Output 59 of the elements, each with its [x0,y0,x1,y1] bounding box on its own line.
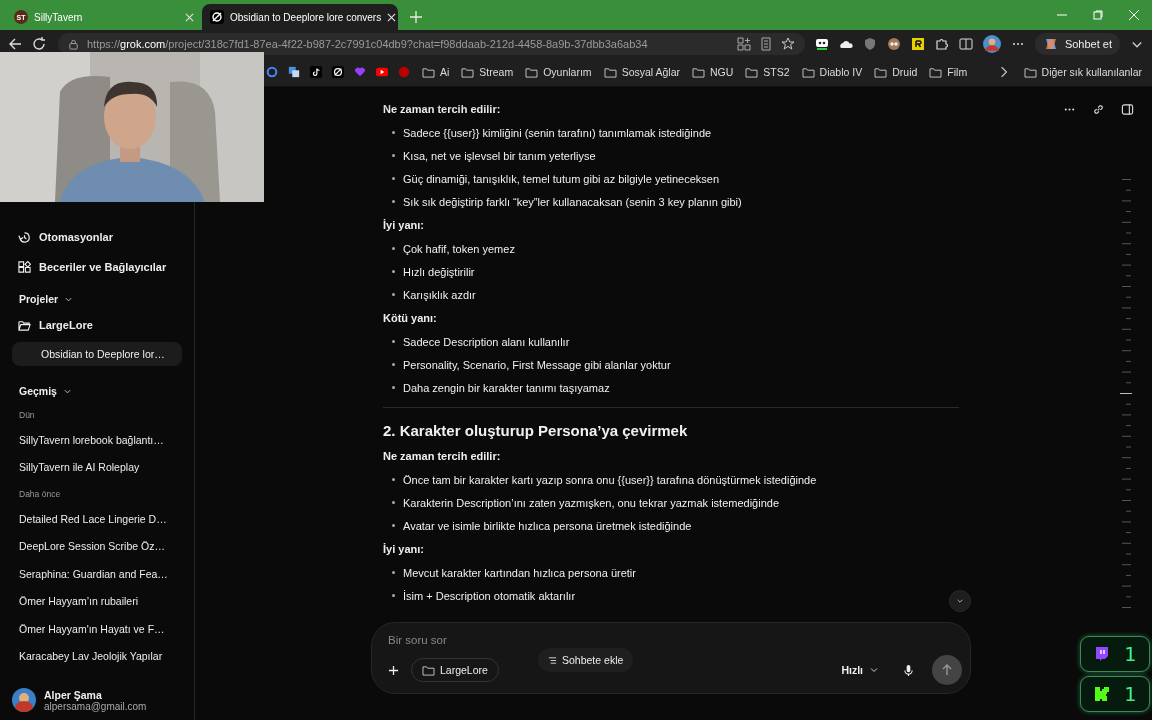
bookmark-folder[interactable]: Oyunlarım [525,66,592,78]
bullet-item: Çok hafif, token yemez [391,237,959,260]
bullet-item: Personality, Scenario, First Message gibi alanlar yoktur [391,353,959,376]
chat-item[interactable]: Karacabey Lav Jeolojik Yapılar [12,642,182,670]
bookmark-folder[interactable]: Diğer sık kullanılanlar [1023,66,1142,78]
bookmark-folder[interactable]: Stream [461,66,514,78]
section-label: Kötü yanı: [383,311,438,326]
nav-item[interactable]: Otomasyonlar [12,222,182,252]
chat-item[interactable]: DeepLore Session Scribe Öz… [12,532,182,560]
bullet-item: Daha zengin bir karakter tanımı taşıyamaz [391,376,959,399]
section-label: Ne zaman tercih edilir: [383,449,502,464]
bullet-item: Avatar ve isimle birlikte hızlıca persona üretmek istediğinde [391,514,959,537]
section-label: İyi yanı: [383,542,425,557]
add-to-chat-button[interactable]: Sohbete ekle [538,648,634,672]
bookmark-folder[interactable]: NGU [692,66,734,78]
bullet-item: Güç dinamiği, tanışıklık, temel tutum gibi az bilgiyle yetineceksen [391,167,959,190]
chat-button[interactable]: Sohbet et [1034,33,1120,55]
chat-item[interactable]: Detailed Red Lace Lingerie D… [12,505,182,533]
browser-tab[interactable]: Obsidian to Deeplore lore convers [202,4,398,30]
bullet-item: Sadece Description alanı kullanılır [391,330,959,353]
chat-item[interactable]: Obsidian to Deeplore lor… [12,342,182,366]
section-label: İyi yanı: [383,218,425,233]
bookmark-folder[interactable]: Diablo IV [801,66,863,78]
chat-item[interactable]: Seraphina: Guardian and Fea… [12,560,182,588]
tab-title: SillyTavern [34,11,84,23]
user-email: alpersama@gmail.com [44,700,147,712]
section-toggle[interactable]: Projeler [12,288,182,310]
viewer-count: 1 [1123,642,1136,666]
section-toggle[interactable]: Geçmiş [12,380,182,402]
address-field[interactable]: https://grok.com/project/318c7fd1-87ea-4f22-b987-2c7991c04db9?chat=f98ddaab-212d-4458-8a9b-37dbb3a6ab34 [58,33,805,55]
nav-item[interactable]: Beceriler ve Bağlayıcılar [12,252,182,282]
bullet-item: Sık sık değiştirip farklı “key”ler kullanacaksan (senin 3 key planın gibi) [391,190,959,213]
chat-item[interactable]: Ömer Hayyam’ın rubaileri [12,587,182,615]
url-text: https://grok.com/project/318c7fd1-87ea-4f22-b987-2c7991c04db9?chat=f98ddaab-212d-4458-8a9b-37dbb3a6ab34 [87,38,648,50]
bullet-item: Mevcut karakter kartından hızlıca persona üretir [391,561,959,584]
bullet-item: Kısa, net ve işlevsel bir tanım yeterliyse [391,144,959,167]
bullet-item: Karakterin Description’ını zaten yazmışken, onu tekrar yazmak istemediğinde [391,491,959,514]
bullet-item: Hızlı değiştirilir [391,260,959,283]
bullet-item: Sadece {{user}} kimliğini (senin tarafını) tanımlamak istediğinde [391,121,959,144]
section-label: Ne zaman tercih edilir: [383,102,502,117]
model-selector[interactable]: Hızlı [835,663,885,677]
bookmark-folder[interactable]: STS2 [745,66,790,78]
bookmark-folder[interactable]: Druid [874,66,918,78]
bullet-item: Karışıklık azdır [391,283,959,306]
bullet-item: Önce tam bir karakter kartı yazıp sonra onu {{user}} tarafına dönüştürmek istediğinde [391,468,959,491]
viewer-count: 1 [1123,682,1136,706]
message-input[interactable]: Bir soru sor [388,633,954,647]
chat-item[interactable]: SillyTavern lorebook bağlantı… [12,426,182,454]
bookmark-folder[interactable]: Film [929,66,968,78]
bookmark-folder[interactable]: Sosyal Ağlar [603,66,680,78]
chat-item[interactable]: SillyTavern ile AI Roleplay [12,453,182,481]
chat-item[interactable]: Ömer Hayyam'ın Hayatı ve F… [12,615,182,643]
bookmark-folder[interactable]: Ai [422,66,450,78]
section-heading: 2. Karakter oluşturup Persona’ya çevirmek [383,420,689,441]
tab-title: Obsidian to Deeplore lore convers [230,11,382,23]
date-group-label: Daha önce [19,489,62,501]
user-name: Alper Şama [44,688,103,701]
project-item[interactable]: LargeLore [12,310,182,340]
date-group-label: Dün [19,410,36,422]
